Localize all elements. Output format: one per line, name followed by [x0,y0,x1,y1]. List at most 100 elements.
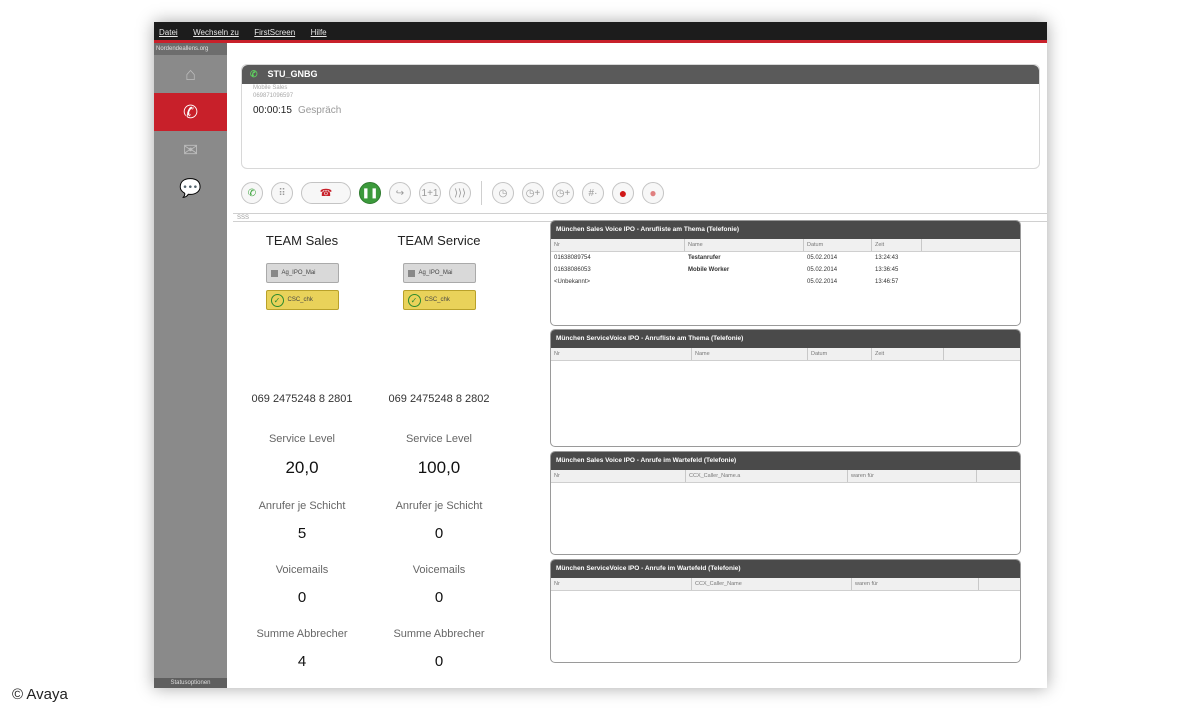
sidebar-item-home[interactable]: ⌂ [154,55,227,93]
timer-button[interactable]: ◷ [492,182,514,204]
callers-label: Anrufer je Schicht [258,500,346,512]
aborts-label: Summe Abbrecher [393,628,485,640]
transfer-button[interactable]: ↪ [389,182,411,204]
check-icon: ✓ [270,293,284,307]
voicemails-label: Voicemails [275,564,329,576]
aborts-value: 0 [434,653,444,670]
table-row[interactable]: 01638086053 Mobile Worker 05.02.2014 13:… [551,264,1020,276]
list-panel-sales-queue: München Sales Voice IPO - Anrufe im Wart… [550,451,1021,555]
answer-button[interactable]: ✆ [241,182,263,204]
team-title: TEAM Service [397,233,481,248]
team-phone-number: 069 2475248 8 2801 [251,393,353,405]
table-row[interactable]: <Unbekannt> 05.02.2014 13:46:57 [551,276,1020,288]
list-panel-title: München Sales Voice IPO - Anrufliste am … [551,221,1020,239]
team-service-column: TEAM Service Ag_IPO_Mai ✓ CSC_chk 069 247… [364,233,514,670]
cell-time: 13:24:43 [875,255,899,261]
voicemails-value: 0 [434,589,444,606]
chat-icon: 💬 [179,177,202,198]
hangup-button[interactable]: ☎ [301,182,351,204]
callers-value: 5 [297,525,307,542]
record-button[interactable]: ● [612,182,634,204]
sidebar-item-phone[interactable]: ✆ [154,93,227,131]
park-button[interactable]: ⟩⟩⟩ [449,182,471,204]
call-state: Gespräch [297,105,342,116]
mail-icon: ✉ [182,139,199,160]
toolbar-separator [481,181,482,205]
column-header[interactable]: Nr [551,578,692,590]
list-header: Nr Name Datum Zeit [551,348,1020,361]
cell-date: 05.02.2014 [807,279,838,285]
sidebar-user-label: Nordendeallens.org [154,43,227,55]
menu-wechseln-zu[interactable]: Wechseln zu [193,28,239,37]
agent-group-tag[interactable]: Ag_IPO_Mai [402,263,476,283]
check-tag[interactable]: ✓ CSC_chk [265,290,339,310]
list-panel-service-calls: München ServiceVoice IPO - Anrufliste am… [550,329,1021,447]
stop-record-button[interactable]: ● [642,182,664,204]
timer-add-button[interactable]: ◷+ [552,182,574,204]
status-options[interactable]: Statusoptionen [154,678,227,688]
menu-firstscreen[interactable]: FirstScreen [254,28,295,37]
column-header[interactable]: Zeit [872,348,944,360]
sidebar-item-chat[interactable]: 💬 [154,169,227,207]
column-header[interactable]: Name [685,239,804,251]
dtmf-button[interactable]: #· [582,182,604,204]
list-panel-title: München Sales Voice IPO - Anrufe im Wart… [551,452,1020,470]
call-timer-row: 00:00:15 Gespräch [253,105,1039,116]
service-level-label: Service Level [405,433,473,445]
column-header[interactable]: waren für [852,578,979,590]
check-icon: ✓ [407,293,421,307]
call-timer: 00:00:15 [253,105,292,116]
keypad-button[interactable]: ⠿ [271,182,293,204]
list-header: Nr CCX_Caller_Name waren für [551,578,1020,591]
caller-number: 069871096597 [253,93,294,99]
active-call-panel: ✆ STU_GNBG Mobile Sales 069871096597 00:0… [241,64,1040,169]
sidebar: Nordendeallens.org ⌂ ✆ ✉ 💬 Statusoptione… [154,43,227,688]
column-header[interactable]: CCX_Caller_Name.a [686,470,848,482]
menu-datei[interactable]: Datei [159,28,178,37]
call-header: ✆ STU_GNBG [242,65,1039,84]
cell-time: 13:36:45 [875,267,899,273]
list-header: Nr CCX_Caller_Name.a waren für [551,470,1020,483]
conference-button[interactable]: 1+1 [419,182,441,204]
menu-hilfe[interactable]: Hilfe [311,28,327,37]
service-level-value: 100,0 [417,458,461,477]
list-panel-title: München ServiceVoice IPO - Anrufliste am… [551,330,1020,348]
group-icon [407,269,415,277]
sidebar-item-mail[interactable]: ✉ [154,131,227,169]
cell-number: 01638089754 [554,255,591,261]
cell-name [685,276,804,288]
image-credit: © Avaya [12,686,68,703]
table-row[interactable]: 01638089754 Testanrufer 05.02.2014 13:24… [551,252,1020,264]
timer-plus-button[interactable]: ◷+ [522,182,544,204]
column-header[interactable]: Datum [804,239,872,251]
column-header[interactable]: Nr [551,239,685,251]
group-icon [270,269,278,277]
column-header[interactable]: Zeit [872,239,922,251]
column-header[interactable]: Nr [551,470,686,482]
agent-group-label: Ag_IPO_Mai [281,270,316,276]
list-panel-sales-calls: München Sales Voice IPO - Anrufliste am … [550,220,1021,326]
column-header[interactable]: waren für [848,470,977,482]
check-tag-label: CSC_chk [424,297,450,303]
team-title: TEAM Sales [265,233,339,248]
aborts-value: 4 [297,653,307,670]
menu-bar: Datei Wechseln zu FirstScreen Hilfe [154,22,1047,43]
column-header[interactable]: Name [692,348,808,360]
callers-value: 0 [434,525,444,542]
cell-number: <Unbekannt> [554,279,591,285]
hold-button[interactable]: ❚❚ [359,182,381,204]
check-tag[interactable]: ✓ CSC_chk [402,290,476,310]
column-header[interactable]: Datum [808,348,872,360]
home-icon: ⌂ [185,63,196,84]
aborts-label: Summe Abbrecher [256,628,348,640]
phone-icon: ✆ [182,101,199,122]
callers-label: Anrufer je Schicht [395,500,483,512]
column-header[interactable]: Nr [551,348,692,360]
service-level-label: Service Level [268,433,336,445]
voicemails-label: Voicemails [412,564,466,576]
cell-date: 05.02.2014 [807,267,838,273]
column-header[interactable]: CCX_Caller_Name [692,578,852,590]
team-phone-number: 069 2475248 8 2802 [388,393,490,405]
voicemails-value: 0 [297,589,307,606]
agent-group-tag[interactable]: Ag_IPO_Mai [265,263,339,283]
